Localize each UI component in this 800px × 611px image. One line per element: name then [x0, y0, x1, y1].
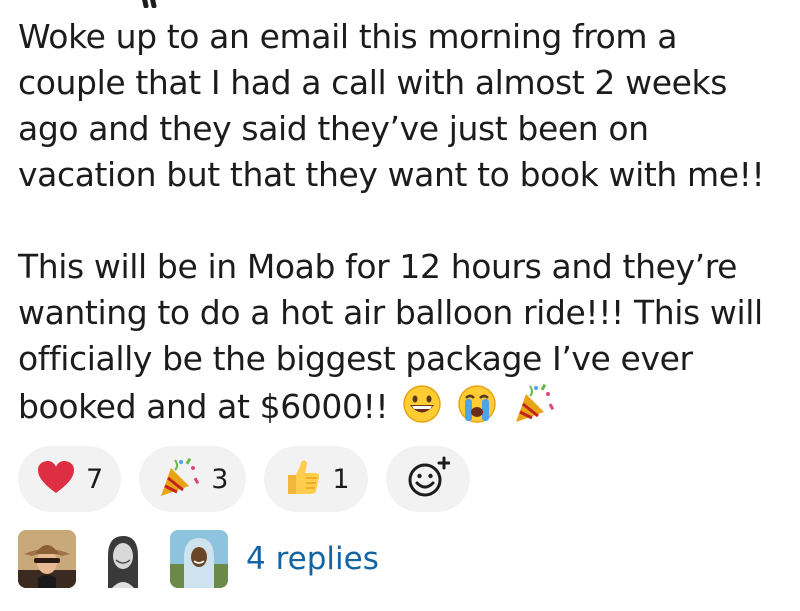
party-popper-icon: [157, 456, 201, 502]
add-reaction-icon: [406, 455, 451, 503]
message-paragraph-2-text: This will be in Moab for 12 hours and th…: [18, 247, 763, 426]
red-heart-icon: [36, 459, 76, 499]
reaction-count: 1: [332, 463, 350, 495]
reactions-bar: 7 3 1: [18, 446, 470, 512]
avatar[interactable]: [94, 530, 152, 588]
add-reaction-button[interactable]: [385, 446, 470, 512]
thumbs-up-icon: [282, 457, 322, 501]
message-paragraph-2: This will be in Moab for 12 hours and th…: [18, 244, 798, 436]
reaction-party[interactable]: 3: [139, 446, 247, 512]
party-popper-icon: [512, 382, 555, 436]
reaction-count: 3: [211, 463, 229, 495]
grinning-face-icon: [402, 384, 442, 436]
avatar[interactable]: [170, 530, 228, 588]
reaction-thumbs-up[interactable]: 1: [264, 446, 368, 512]
reaction-heart[interactable]: 7: [18, 446, 122, 512]
thread-summary[interactable]: 4 replies: [18, 530, 379, 588]
replies-link[interactable]: 4 replies: [246, 541, 379, 577]
avatar[interactable]: [18, 530, 76, 588]
message-paragraph-1: Woke up to an email this morning from a …: [18, 17, 765, 194]
loudly-crying-face-icon: [456, 384, 498, 436]
clipped-text-fragment: [142, 0, 157, 8]
message-body: Woke up to an email this morning from a …: [18, 14, 798, 436]
reaction-count: 7: [86, 463, 104, 495]
